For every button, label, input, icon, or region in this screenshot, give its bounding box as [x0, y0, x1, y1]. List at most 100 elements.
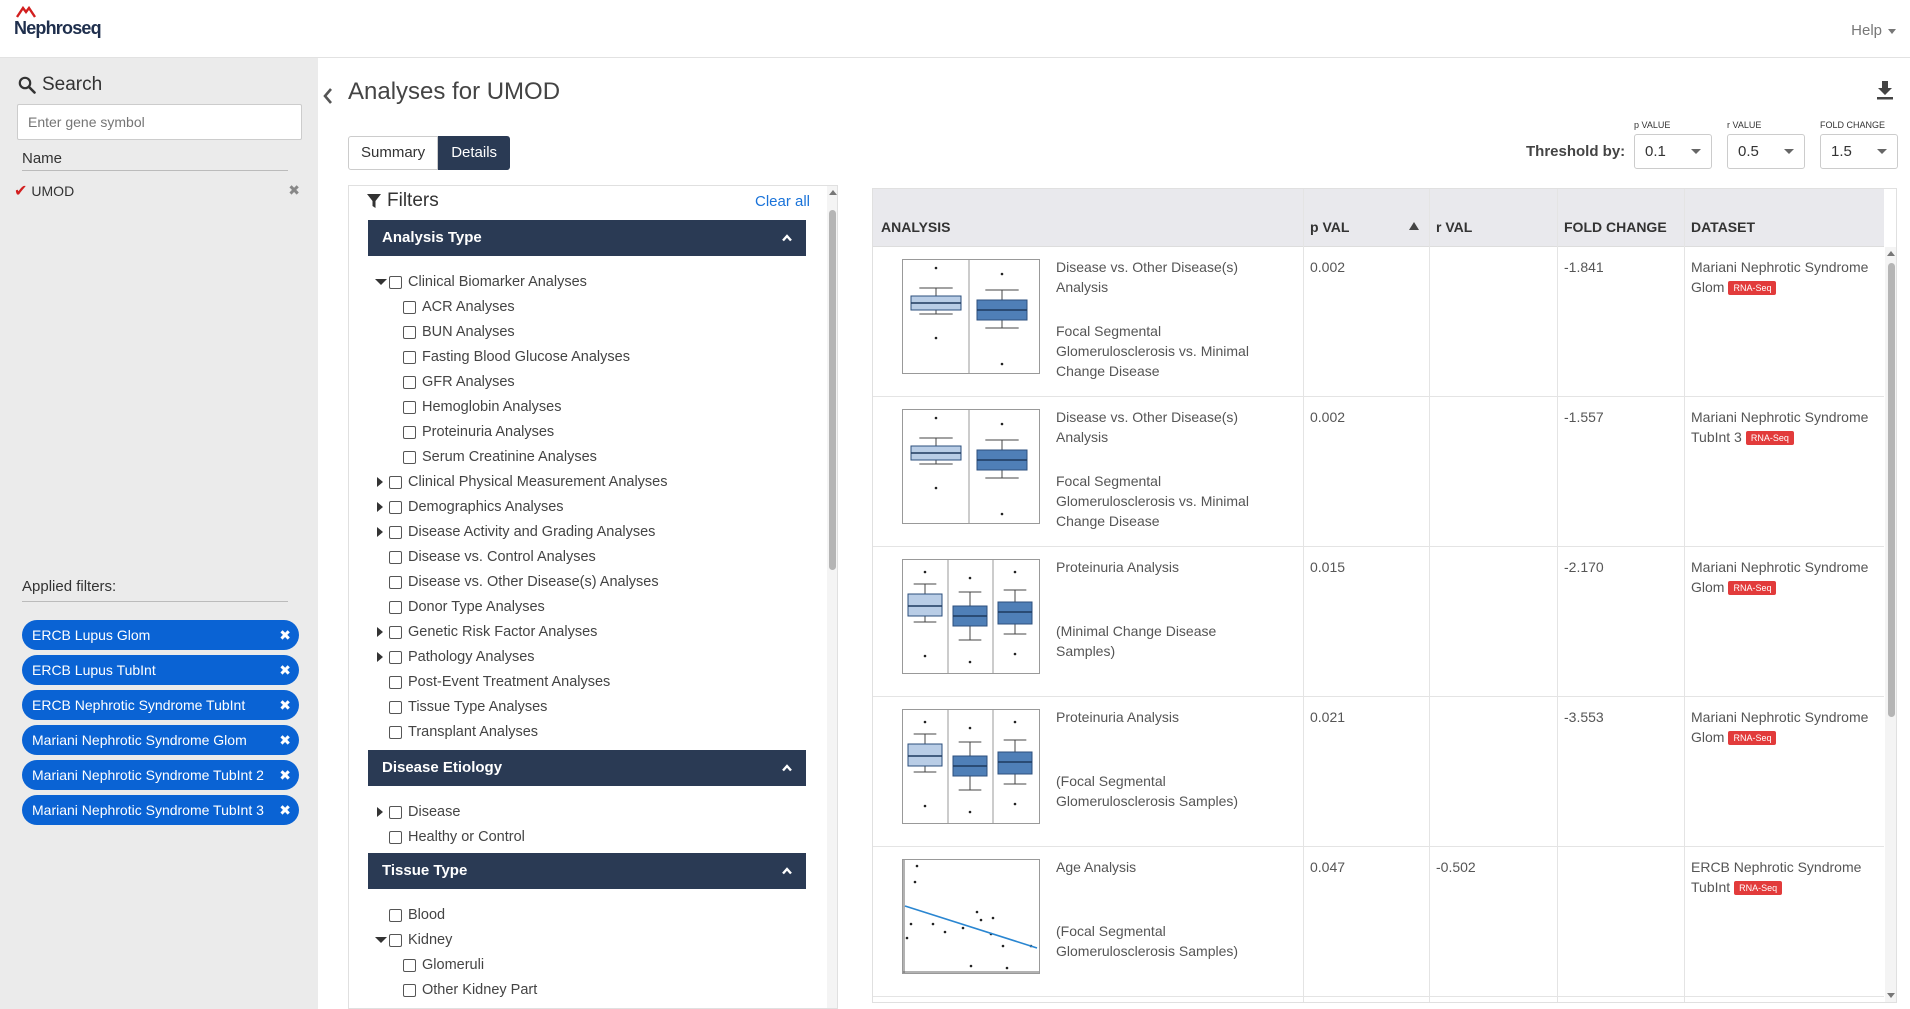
header-pval[interactable]: p VAL: [1310, 219, 1349, 235]
analysis-name[interactable]: Proteinuria Analysis: [1056, 557, 1266, 577]
filter-blood[interactable]: Blood: [389, 905, 445, 925]
dataset-cell[interactable]: ERCB Nephrotic Syndrome TubInt RNA-Seq: [1691, 857, 1881, 897]
section-tissue-type[interactable]: Tissue Type: [368, 853, 806, 889]
close-icon[interactable]: ✖: [279, 760, 291, 790]
header-analysis[interactable]: ANALYSIS: [881, 219, 951, 235]
filter-kidney[interactable]: Kidney: [389, 930, 452, 950]
collapse-sidebar-button[interactable]: [318, 80, 338, 112]
filter-hemoglobin[interactable]: Hemoglobin Analyses: [403, 397, 561, 417]
filter-pathology[interactable]: Pathology Analyses: [389, 647, 535, 667]
checkbox[interactable]: [389, 575, 402, 589]
filter-chip[interactable]: ERCB Nephrotic Syndrome TubInt ✖: [22, 690, 299, 720]
filter-acr[interactable]: ACR Analyses: [403, 297, 515, 317]
expand-arrow-icon[interactable]: [377, 627, 383, 637]
analysis-plot-thumbnail[interactable]: [902, 859, 1040, 974]
expand-arrow-icon[interactable]: [377, 477, 383, 487]
scroll-up-icon[interactable]: [1887, 251, 1895, 256]
table-row[interactable]: Proteinuria Analysis (Focal Segmental Glo…: [873, 697, 1884, 847]
filter-chip[interactable]: Mariani Nephrotic Syndrome TubInt 2 ✖: [22, 760, 299, 790]
checkbox[interactable]: [389, 700, 402, 714]
header-fold-change[interactable]: FOLD CHANGE: [1564, 219, 1667, 235]
checkbox[interactable]: [389, 725, 402, 739]
expand-arrow-icon[interactable]: [377, 502, 383, 512]
help-menu[interactable]: Help: [1851, 22, 1896, 39]
dataset-cell[interactable]: Mariani Nephrotic Syndrome Glom RNA-Seq: [1691, 707, 1881, 747]
tab-details[interactable]: Details: [438, 136, 511, 170]
checkbox[interactable]: [403, 375, 416, 389]
clear-all-link[interactable]: Clear all: [755, 193, 810, 210]
filter-healthy-control[interactable]: Healthy or Control: [389, 827, 525, 847]
filter-other-kidney-part[interactable]: Other Kidney Part: [403, 980, 537, 1000]
checkbox[interactable]: [389, 625, 402, 639]
dataset-cell[interactable]: Mariani Nephrotic Syndrome TubInt 3 RNA-S…: [1691, 407, 1881, 447]
filters-scroll-thumb[interactable]: [829, 210, 836, 570]
filter-donor-type[interactable]: Donor Type Analyses: [389, 597, 545, 617]
table-row[interactable]: Disease vs. Other Disease(s) Analysis Foc…: [873, 247, 1884, 397]
fold-change-select[interactable]: 1.5: [1820, 134, 1898, 169]
checkbox[interactable]: [403, 450, 416, 464]
filter-tissue-type[interactable]: Tissue Type Analyses: [389, 697, 547, 717]
checkbox[interactable]: [403, 400, 416, 414]
filter-transplant[interactable]: Transplant Analyses: [389, 722, 538, 742]
filter-chip[interactable]: Mariani Nephrotic Syndrome Glom ✖: [22, 725, 299, 755]
remove-gene-icon[interactable]: ✖: [288, 182, 300, 199]
dataset-cell[interactable]: Mariani Nephrotic Syndrome Glom RNA-Seq: [1691, 257, 1881, 297]
filter-demographics[interactable]: Demographics Analyses: [389, 497, 564, 517]
checkbox[interactable]: [389, 525, 402, 539]
checkbox[interactable]: [389, 275, 402, 289]
table-row[interactable]: Age Analysis (Focal Segmental Glomerulosc…: [873, 847, 1884, 997]
p-value-select[interactable]: 0.1: [1634, 134, 1712, 169]
filter-clinical-physical[interactable]: Clinical Physical Measurement Analyses: [389, 472, 668, 492]
filter-genetic-risk[interactable]: Genetic Risk Factor Analyses: [389, 622, 597, 642]
nephroseq-logo[interactable]: Nephroseq: [14, 4, 102, 40]
checkbox[interactable]: [389, 650, 402, 664]
checkbox[interactable]: [403, 325, 416, 339]
checkbox[interactable]: [389, 475, 402, 489]
analysis-name[interactable]: Proteinuria Analysis: [1056, 707, 1266, 727]
filter-disease-vs-control[interactable]: Disease vs. Control Analyses: [389, 547, 596, 567]
expand-arrow-icon[interactable]: [377, 527, 383, 537]
analysis-plot-thumbnail[interactable]: [902, 559, 1040, 674]
analysis-name[interactable]: Age Analysis: [1056, 857, 1266, 877]
scroll-down-icon[interactable]: [1887, 993, 1895, 998]
expand-arrow-icon[interactable]: [377, 807, 383, 817]
filter-fasting-glucose[interactable]: Fasting Blood Glucose Analyses: [403, 347, 630, 367]
filter-post-event[interactable]: Post-Event Treatment Analyses: [389, 672, 610, 692]
checkbox[interactable]: [389, 675, 402, 689]
collapse-arrow-icon[interactable]: [375, 279, 387, 285]
checkbox[interactable]: [389, 805, 402, 819]
checkbox[interactable]: [389, 500, 402, 514]
close-icon[interactable]: ✖: [279, 620, 291, 650]
checkbox[interactable]: [403, 350, 416, 364]
dataset-cell[interactable]: Mariani Nephrotic Syndrome Glom RNA-Seq: [1691, 557, 1881, 597]
analysis-name[interactable]: Disease vs. Other Disease(s) Analysis: [1056, 407, 1266, 447]
download-button[interactable]: [1876, 80, 1896, 102]
filter-clinical-biomarker[interactable]: Clinical Biomarker Analyses: [389, 272, 587, 292]
checkbox[interactable]: [403, 300, 416, 314]
selected-gene-row[interactable]: ✔ UMOD ✖: [14, 180, 300, 202]
checkbox[interactable]: [389, 830, 402, 844]
table-row[interactable]: Disease vs. Other Disease(s) Analysis Foc…: [873, 397, 1884, 547]
sort-ascending-icon[interactable]: [1409, 222, 1419, 230]
close-icon[interactable]: ✖: [279, 725, 291, 755]
filter-bun[interactable]: BUN Analyses: [403, 322, 515, 342]
analysis-name[interactable]: Disease vs. Other Disease(s) Analysis: [1056, 257, 1266, 297]
analysis-plot-thumbnail[interactable]: [902, 259, 1040, 374]
filter-glomeruli[interactable]: Glomeruli: [403, 955, 484, 975]
close-icon[interactable]: ✖: [279, 655, 291, 685]
filter-chip[interactable]: ERCB Lupus TubInt ✖: [22, 655, 299, 685]
analysis-plot-thumbnail[interactable]: [902, 709, 1040, 824]
collapse-arrow-icon[interactable]: [375, 937, 387, 943]
table-scroll-thumb[interactable]: [1888, 263, 1895, 717]
header-dataset[interactable]: DATASET: [1691, 219, 1755, 235]
gene-search-input[interactable]: [17, 104, 302, 140]
checkbox[interactable]: [389, 908, 402, 922]
tab-summary[interactable]: Summary: [348, 136, 439, 170]
close-icon[interactable]: ✖: [279, 795, 291, 825]
section-disease-etiology[interactable]: Disease Etiology: [368, 750, 806, 786]
table-row[interactable]: Proteinuria Analysis (Minimal Change Dise…: [873, 547, 1884, 697]
filter-serum-creatinine[interactable]: Serum Creatinine Analyses: [403, 447, 597, 467]
filter-disease[interactable]: Disease: [389, 802, 460, 822]
filter-chip[interactable]: ERCB Lupus Glom ✖: [22, 620, 299, 650]
filter-proteinuria[interactable]: Proteinuria Analyses: [403, 422, 554, 442]
